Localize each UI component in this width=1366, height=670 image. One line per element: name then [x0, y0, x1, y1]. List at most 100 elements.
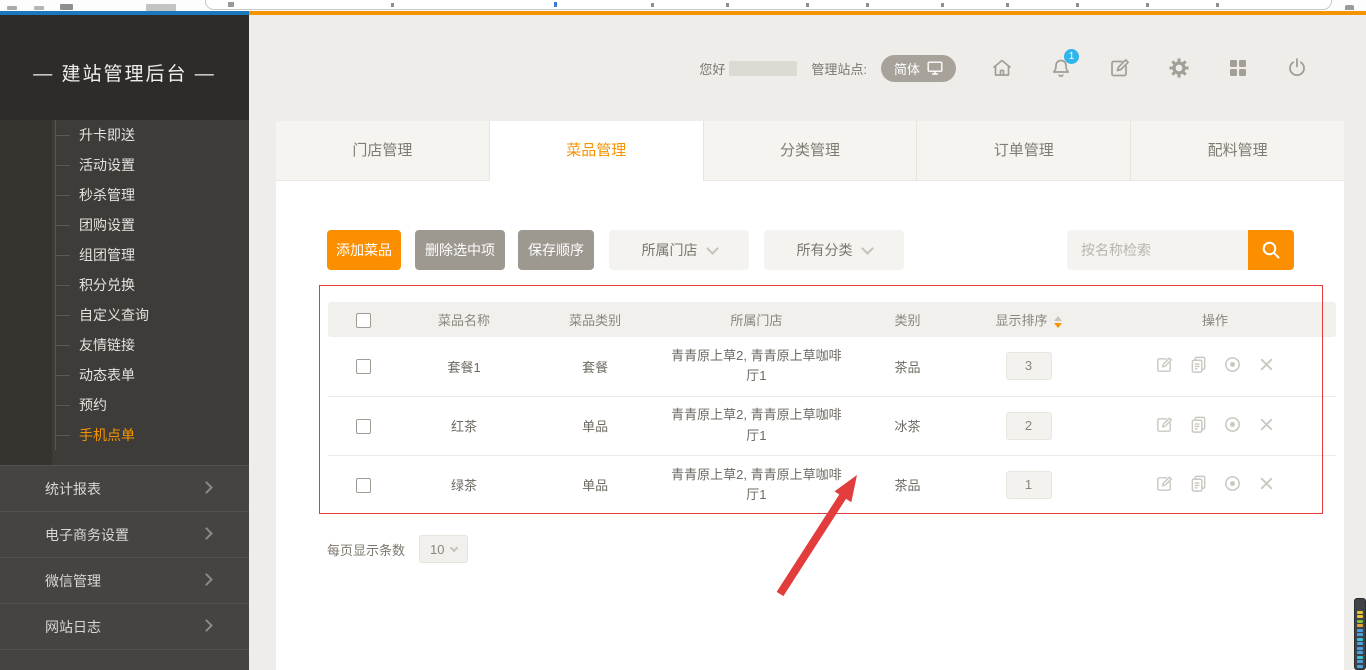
dish-name-cell: 绿茶 — [451, 478, 477, 493]
dish-type-cell: 单品 — [582, 478, 608, 493]
sidebar-item-custom-query[interactable]: 自定义查询 — [0, 300, 249, 330]
row-checkbox[interactable] — [356, 359, 371, 374]
tab-order-mgmt[interactable]: 订单管理 — [916, 121, 1130, 181]
compose-icon[interactable] — [1107, 55, 1133, 81]
minimap-stripe — [1357, 660, 1363, 663]
sort-arrows-icon[interactable] — [1054, 316, 1062, 328]
row-actions — [1155, 474, 1276, 493]
language-button[interactable]: 简体 — [881, 55, 956, 82]
search-button[interactable] — [1248, 230, 1294, 270]
address-bar[interactable] — [205, 0, 1332, 10]
delete-icon[interactable] — [1257, 474, 1276, 493]
sidebar-item-dynamic-forms[interactable]: 动态表单 — [0, 360, 249, 390]
header-cell: 类别 — [852, 302, 963, 337]
tab-store-mgmt[interactable]: 门店管理 — [276, 121, 489, 181]
bell-icon[interactable]: 1 — [1048, 55, 1074, 81]
delete-selected-button[interactable]: 删除选中项 — [415, 230, 505, 270]
page-size-value: 10 — [430, 542, 444, 557]
gear-icon[interactable] — [1166, 55, 1192, 81]
page-size-select[interactable]: 10 — [419, 535, 468, 563]
view-icon[interactable] — [1223, 415, 1242, 434]
power-icon[interactable] — [1284, 55, 1310, 81]
sidebar-item-groupbuy-settings[interactable]: 团购设置 — [0, 210, 249, 240]
minimap-stripe — [1357, 629, 1363, 632]
sort-order-value: 1 — [1006, 471, 1052, 499]
bookmark-star-icon[interactable] — [1345, 5, 1354, 10]
header-cell: 菜品类别 — [530, 302, 661, 337]
table-row: 红茶单品青青原上草2, 青青原上草咖啡厅1冰茶2 — [328, 396, 1336, 455]
browser-chrome — [0, 0, 1366, 11]
edit-icon[interactable] — [1155, 415, 1174, 434]
minimap-stripe — [1357, 647, 1363, 650]
dish-type-cell: 套餐 — [582, 360, 608, 375]
language-button-label: 简体 — [894, 59, 920, 78]
sidebar-item-card-gift[interactable]: 升卡即送 — [0, 120, 249, 150]
sidebar-item-mobile-ordering[interactable]: 手机点单 — [0, 420, 249, 450]
delete-icon[interactable] — [1257, 415, 1276, 434]
dish-table: 菜品名称菜品类别所属门店类别显示排序操作 套餐1套餐青青原上草2, 青青原上草咖… — [328, 302, 1336, 514]
edit-icon[interactable] — [1155, 474, 1174, 493]
sidebar-submenu: 升卡即送活动设置秒杀管理团购设置组团管理积分兑换自定义查询友情链接动态表单预约手… — [0, 120, 249, 465]
minimap-stripe — [1357, 615, 1363, 618]
category-filter-dropdown[interactable]: 所有分类 — [764, 230, 904, 270]
sidebar-group-statistics-report[interactable]: 统计报表 — [0, 466, 249, 512]
sidebar-item-activity-settings[interactable]: 活动设置 — [0, 150, 249, 180]
dish-name-cell: 红茶 — [451, 419, 477, 434]
tab-ingredient-mgmt[interactable]: 配料管理 — [1130, 121, 1344, 181]
dish-type-cell: 单品 — [582, 419, 608, 434]
page-size-label: 每页显示条数 — [327, 540, 405, 559]
toolbar: 添加菜品 删除选中项 保存顺序 所属门店 所有分类 — [327, 230, 1294, 270]
edit-icon[interactable] — [1155, 355, 1174, 374]
minimap-stripe — [1357, 620, 1363, 623]
row-checkbox[interactable] — [356, 419, 371, 434]
table-header-row: 菜品名称菜品类别所属门店类别显示排序操作 — [328, 302, 1336, 337]
row-actions — [1155, 415, 1276, 434]
copy-icon[interactable] — [1189, 474, 1208, 493]
app-title: — 建站管理后台 — — [33, 49, 216, 86]
browser-icon-fragment — [34, 6, 44, 10]
sidebar-item-team-mgmt[interactable]: 组团管理 — [0, 240, 249, 270]
sidebar-group-ecommerce-settings[interactable]: 电子商务设置 — [0, 512, 249, 558]
chevron-right-icon — [200, 573, 213, 586]
store-filter-dropdown[interactable]: 所属门店 — [609, 230, 749, 270]
copy-icon[interactable] — [1189, 415, 1208, 434]
copy-icon[interactable] — [1189, 355, 1208, 374]
browser-icon-fragment — [7, 6, 17, 10]
search-input[interactable] — [1067, 230, 1248, 270]
dish-category-cell: 茶品 — [895, 478, 921, 493]
home-icon[interactable] — [989, 55, 1015, 81]
content-card: 门店管理菜品管理分类管理订单管理配料管理 添加菜品 删除选中项 保存顺序 所属门… — [276, 121, 1344, 670]
view-icon[interactable] — [1223, 474, 1242, 493]
sort-order-value: 3 — [1006, 352, 1052, 380]
tab-dish-mgmt[interactable]: 菜品管理 — [489, 121, 703, 181]
delete-icon[interactable] — [1257, 355, 1276, 374]
sidebar-group-label: 网站日志 — [45, 619, 101, 635]
tab-bar: 门店管理菜品管理分类管理订单管理配料管理 — [276, 121, 1344, 181]
minimap-stripe — [1357, 633, 1363, 636]
sidebar-header: — 建站管理后台 — — [0, 15, 249, 120]
sort-order-value: 2 — [1006, 412, 1052, 440]
row-checkbox[interactable] — [356, 478, 371, 493]
sidebar-item-seckill-mgmt[interactable]: 秒杀管理 — [0, 180, 249, 210]
sidebar-group-site-logs[interactable]: 网站日志 — [0, 604, 249, 650]
main-area: 您好 管理站点: 简体 1 — [249, 15, 1366, 670]
table-row: 套餐1套餐青青原上草2, 青青原上草咖啡厅1茶品3 — [328, 337, 1336, 396]
select-all-checkbox[interactable] — [356, 313, 371, 328]
sidebar-item-friendly-links[interactable]: 友情链接 — [0, 330, 249, 360]
add-dish-button[interactable]: 添加菜品 — [327, 230, 401, 270]
grid-icon[interactable] — [1225, 55, 1251, 81]
view-icon[interactable] — [1223, 355, 1242, 374]
minimap-stripe — [1357, 665, 1363, 668]
tab-category-mgmt[interactable]: 分类管理 — [703, 121, 917, 181]
row-actions — [1155, 355, 1276, 374]
pagination: 每页显示条数 10 — [327, 535, 468, 563]
chevron-down-icon — [450, 544, 458, 552]
sidebar-item-points-exchange[interactable]: 积分兑换 — [0, 270, 249, 300]
store-filter-label: 所属门店 — [642, 240, 698, 260]
header-cell: 显示排序 — [963, 302, 1094, 337]
sidebar-group-wechat-mgmt[interactable]: 微信管理 — [0, 558, 249, 604]
minimap-scrollbar[interactable] — [1354, 598, 1366, 670]
table-row: 绿茶单品青青原上草2, 青青原上草咖啡厅1茶品1 — [328, 455, 1336, 514]
sidebar-item-reservation[interactable]: 预约 — [0, 390, 249, 420]
save-order-button[interactable]: 保存顺序 — [518, 230, 594, 270]
